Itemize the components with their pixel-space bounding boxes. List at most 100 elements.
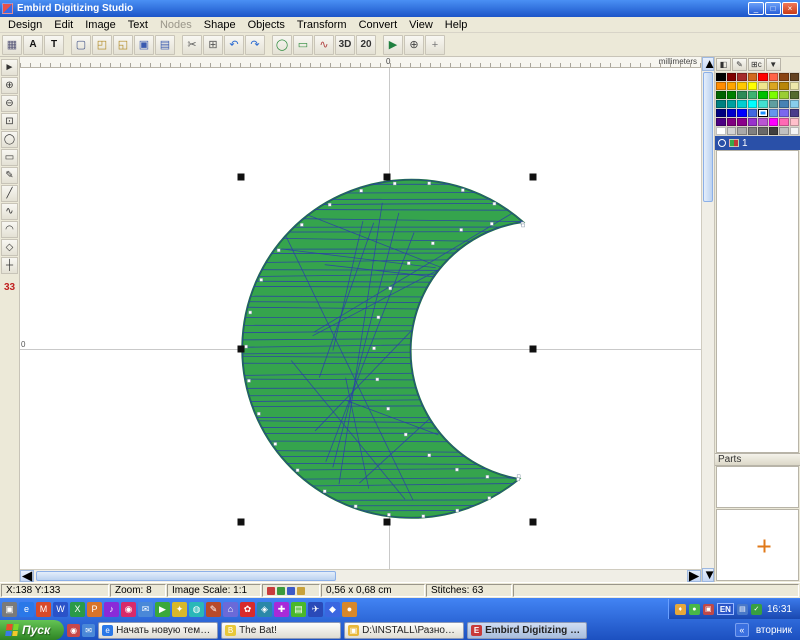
palette-swatch[interactable]: [769, 127, 779, 135]
palette-swatch[interactable]: [769, 109, 779, 117]
quick-launch-icon[interactable]: W: [53, 602, 68, 617]
grid-button[interactable]: 20: [356, 35, 376, 55]
palette-swatch[interactable]: [716, 91, 726, 99]
vertical-scroll-thumb[interactable]: [703, 72, 713, 202]
palette-swatch[interactable]: [779, 127, 789, 135]
palette-swatch[interactable]: [790, 127, 800, 135]
node-edit-tool[interactable]: ◇: [1, 239, 18, 256]
palette-swatch[interactable]: [769, 118, 779, 126]
palette-swatch[interactable]: [727, 100, 737, 108]
toolbar-separator[interactable]: [176, 35, 181, 55]
tray-icon[interactable]: ●: [689, 604, 700, 615]
zoom-out-tool[interactable]: ⊖: [1, 95, 18, 112]
palette-swatch[interactable]: [716, 73, 726, 81]
shape-rect-button[interactable]: ▭: [293, 35, 313, 55]
cut-button[interactable]: ✂: [182, 35, 202, 55]
quick-launch-icon[interactable]: ✚: [274, 602, 289, 617]
horizontal-scroll-thumb[interactable]: [36, 571, 336, 581]
zoom-tool-button[interactable]: ⊕: [404, 35, 424, 55]
rectangle-tool[interactable]: ▭: [1, 149, 18, 166]
open-button[interactable]: ◰: [92, 35, 112, 55]
redo-button[interactable]: ↷: [245, 35, 265, 55]
title-bar[interactable]: Embird Digitizing Studio _ □ ×: [0, 0, 800, 17]
palette-swatch[interactable]: [748, 73, 758, 81]
taskbar-icon[interactable]: ◉: [67, 624, 80, 637]
palette-swatch[interactable]: [748, 91, 758, 99]
task-explorer[interactable]: ▣ D:\INSTALL\Разное\Embird: [344, 622, 464, 639]
toolbar-separator[interactable]: [377, 35, 382, 55]
parts-list[interactable]: [716, 466, 799, 508]
nav-cross-button[interactable]: +: [425, 35, 445, 55]
quick-launch-icon[interactable]: ▶: [155, 602, 170, 617]
save-button[interactable]: ▣: [134, 35, 154, 55]
palette-swatch[interactable]: [737, 109, 747, 117]
palette-swatch[interactable]: [716, 82, 726, 90]
palette-swatch[interactable]: [748, 127, 758, 135]
text-button[interactable]: T: [44, 35, 64, 55]
curve-tool[interactable]: ∿: [1, 203, 18, 220]
palette-swatch[interactable]: [727, 109, 737, 117]
palette-swatch[interactable]: [737, 82, 747, 90]
palette-swatch[interactable]: [737, 91, 747, 99]
palette-swatch[interactable]: [727, 118, 737, 126]
scroll-left-arrow[interactable]: ◀: [20, 570, 34, 582]
menu-help[interactable]: Help: [439, 18, 474, 32]
select-tool[interactable]: ►: [1, 59, 18, 76]
palette-swatch[interactable]: [790, 118, 800, 126]
menu-edit[interactable]: Edit: [48, 18, 79, 32]
palette-swatch[interactable]: [737, 100, 747, 108]
palette-swatch[interactable]: [769, 82, 779, 90]
palette-swatch[interactable]: [737, 73, 747, 81]
palette-swatch[interactable]: [769, 91, 779, 99]
quick-launch-icon[interactable]: ◆: [325, 602, 340, 617]
palette-swatch[interactable]: [790, 82, 800, 90]
palette-swatch[interactable]: [727, 82, 737, 90]
palette-swatch[interactable]: [748, 82, 758, 90]
palette-swatch[interactable]: [779, 118, 789, 126]
menu-text[interactable]: Text: [122, 18, 154, 32]
taskbar-icon[interactable]: ✉: [82, 624, 95, 637]
palette-swatch[interactable]: [779, 82, 789, 90]
tray-icon[interactable]: ♦: [675, 604, 686, 615]
palette-swatch[interactable]: [790, 100, 800, 108]
maximize-button[interactable]: □: [765, 2, 781, 15]
ellipse-tool[interactable]: ◯: [1, 131, 18, 148]
palette-swatch[interactable]: [727, 73, 737, 81]
crescent-shape[interactable]: [242, 180, 523, 518]
import-button[interactable]: ◱: [113, 35, 133, 55]
scroll-down-arrow[interactable]: ▼: [702, 568, 714, 582]
palette-swatch[interactable]: [737, 127, 747, 135]
layer-row[interactable]: 1: [715, 136, 800, 150]
palette-swatch[interactable]: [779, 73, 789, 81]
palette-swatch[interactable]: [779, 100, 789, 108]
stitch-button[interactable]: ∿: [314, 35, 334, 55]
menu-convert[interactable]: Convert: [353, 18, 404, 32]
palette-swatch[interactable]: [758, 100, 768, 108]
start-button[interactable]: Пуск: [0, 620, 64, 640]
palette-swatch[interactable]: [748, 109, 758, 117]
palette-swatch[interactable]: [758, 127, 768, 135]
quick-launch-icon[interactable]: ●: [342, 602, 357, 617]
palette-swatch[interactable]: [748, 100, 758, 108]
palette-swatch[interactable]: [748, 118, 758, 126]
quick-launch-icon[interactable]: ◉: [121, 602, 136, 617]
tray-icon[interactable]: ▤: [737, 604, 748, 615]
toolbar-separator[interactable]: [266, 35, 271, 55]
menu-view[interactable]: View: [403, 18, 439, 32]
quick-launch-icon[interactable]: e: [19, 602, 34, 617]
quick-launch-icon[interactable]: ⌂: [223, 602, 238, 617]
quick-launch-icon[interactable]: ✎: [206, 602, 221, 617]
menu-transform[interactable]: Transform: [291, 18, 353, 32]
palette-swatch[interactable]: [758, 109, 768, 117]
quick-launch-icon[interactable]: ✈: [308, 602, 323, 617]
scroll-up-arrow[interactable]: ▲: [702, 57, 714, 71]
design-canvas[interactable]: 0: [20, 68, 701, 569]
palette-swatch[interactable]: [790, 73, 800, 81]
collapse-chevron-icon[interactable]: «: [735, 623, 749, 637]
catalog-dropdown[interactable]: ▼: [766, 58, 781, 71]
view-3d-button[interactable]: 3D: [335, 35, 355, 55]
arc-tool[interactable]: ◠: [1, 221, 18, 238]
palette-swatch[interactable]: [716, 127, 726, 135]
tray-icon[interactable]: ▣: [703, 604, 714, 615]
palette-swatch[interactable]: [737, 118, 747, 126]
